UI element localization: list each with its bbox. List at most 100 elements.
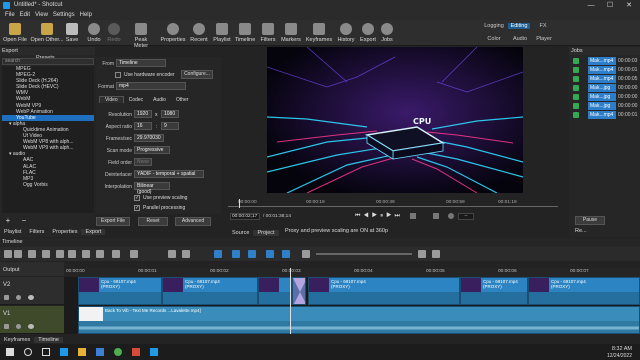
v2-clip[interactable]: Cpu - 69107.mp4 (PROXY)	[308, 277, 460, 305]
job-row[interactable]: Mak...jpg 00:00:00	[569, 102, 640, 110]
eye-icon[interactable]	[28, 324, 34, 329]
aspect-width-input[interactable]: 16	[134, 122, 152, 130]
menu-help[interactable]: Help	[80, 11, 92, 20]
zoom-icon[interactable]	[448, 213, 454, 219]
toolbar-open-file[interactable]: Open File	[3, 21, 27, 43]
remove-preset-button[interactable]: −	[20, 217, 28, 225]
toolbar-redo[interactable]: Redo	[106, 21, 122, 43]
v2-clip[interactable]: Cpu - 69107.mp4 (PROXY)	[460, 277, 528, 305]
tab-export[interactable]: Export	[81, 229, 106, 235]
menu-edit[interactable]: Edit	[20, 11, 30, 20]
snap-icon[interactable]	[214, 250, 222, 258]
v1-clip[interactable]: Back To Vib - Text Me Records ...Lavalet…	[78, 306, 640, 334]
job-row[interactable]: Mak...jpg 00:00:00	[569, 84, 640, 92]
toolbar-jobs[interactable]: Jobs	[379, 21, 395, 43]
toolbar-recent[interactable]: Recent	[189, 21, 209, 43]
transport-controls[interactable]: ⏮◀▶⏸▶⏭	[355, 213, 403, 220]
chrome-icon[interactable]	[114, 348, 122, 356]
timeline-playhead[interactable]	[290, 268, 291, 334]
menu-settings[interactable]: Settings	[53, 11, 75, 20]
job-row[interactable]: Mak...mp4 00:00:03	[569, 57, 640, 65]
toolbar-save[interactable]: Save	[64, 21, 80, 43]
viewer-playhead[interactable]	[239, 199, 240, 208]
ripple-markers-icon[interactable]	[282, 250, 290, 258]
paste-icon[interactable]	[42, 250, 50, 258]
reset-button[interactable]: Reset	[138, 217, 168, 226]
advanced-button[interactable]: Advanced	[175, 217, 211, 226]
zoom-select[interactable]: --	[458, 213, 474, 220]
v2-clip[interactable]	[258, 277, 292, 305]
menu-icon[interactable]	[4, 250, 12, 258]
overwrite-icon[interactable]	[96, 250, 104, 258]
zoom-out-icon[interactable]	[302, 250, 310, 258]
tab-playlist[interactable]: Playlist	[0, 229, 25, 235]
deinterlacer-select[interactable]: YADIF - temporal + spatial	[134, 170, 204, 178]
shotcut-taskbar-icon[interactable]	[150, 348, 158, 356]
lift-icon[interactable]	[82, 250, 90, 258]
marker-icon[interactable]	[130, 250, 138, 258]
presets-search-input[interactable]: search	[2, 58, 94, 65]
zoom-in-icon[interactable]	[418, 250, 426, 258]
add-preset-button[interactable]: +	[4, 217, 12, 225]
app-icon[interactable]	[96, 348, 104, 356]
tab-audio[interactable]: Audio	[148, 97, 171, 103]
next-marker-icon[interactable]	[182, 250, 190, 258]
remove-icon[interactable]	[68, 250, 76, 258]
volume-icon[interactable]	[410, 213, 416, 219]
split-icon[interactable]	[112, 250, 120, 258]
toolbar-export[interactable]: Export	[359, 21, 377, 43]
layout-fx[interactable]: FX	[536, 23, 550, 29]
preview-scaling-checkbox[interactable]: ✓	[134, 195, 140, 201]
toolbar-history[interactable]: History	[336, 21, 356, 43]
app-icon[interactable]	[132, 348, 140, 356]
format-select[interactable]: mp4	[116, 82, 186, 90]
toolbar-keyframes[interactable]: Keyframes	[305, 21, 333, 43]
zoom-slider[interactable]	[316, 253, 412, 255]
v2-clip[interactable]: Cpu - 69107.mp4 (PROXY)	[78, 277, 162, 305]
layout-color[interactable]: Color	[484, 36, 504, 42]
mute-icon[interactable]	[4, 324, 9, 329]
resolution-width-input[interactable]: 1920	[134, 110, 152, 118]
layout-editing[interactable]: Editing	[508, 23, 530, 29]
zoom-fit-icon[interactable]	[432, 250, 440, 258]
field-order-select[interactable]: None	[134, 158, 152, 166]
presets-list[interactable]: MPEG MPEG-2 Slide Deck (H.264) Slide Deck (…	[2, 66, 94, 213]
tab-video[interactable]: Video	[99, 96, 124, 103]
toolbar-filters[interactable]: Filters	[259, 21, 277, 43]
configure-button[interactable]: Configure...	[181, 70, 213, 79]
v2-clip[interactable]: Cpu - 69107.mp4 (PROXY)	[528, 277, 640, 305]
export-file-button[interactable]: Export File	[96, 217, 130, 226]
hw-encoder-checkbox[interactable]	[115, 72, 121, 78]
mute-icon[interactable]	[4, 295, 9, 300]
search-icon[interactable]	[24, 348, 32, 356]
current-time-field[interactable]: 00:00:02;17	[230, 213, 260, 220]
toolbar-markers[interactable]: Markers	[280, 21, 302, 43]
windows-start-icon[interactable]	[6, 348, 14, 356]
from-select[interactable]: Timeline	[116, 59, 166, 67]
aspect-height-input[interactable]: 9	[161, 122, 179, 130]
toolbar-timeline[interactable]: Timeline	[234, 21, 256, 43]
tab-properties[interactable]: Properties	[48, 229, 81, 235]
tab-source[interactable]: Source	[228, 230, 253, 236]
ripple-all-icon[interactable]	[266, 250, 274, 258]
edge-icon[interactable]	[60, 348, 68, 356]
fps-input[interactable]: 29.970030	[134, 134, 164, 142]
job-row[interactable]: Mak...mp4 00:00:01	[569, 111, 640, 119]
toolbar-open-other[interactable]: Open Other...	[30, 21, 64, 43]
tab-keyframes[interactable]: Keyframes	[0, 337, 34, 343]
minimize-button[interactable]: —	[584, 0, 598, 11]
lock-icon[interactable]	[16, 295, 21, 300]
job-row[interactable]: Mak...mp4 00:00:01	[569, 66, 640, 74]
tab-timeline[interactable]: Timeline	[34, 337, 63, 343]
task-view-icon[interactable]	[42, 348, 50, 356]
resolution-height-input[interactable]: 1080	[161, 110, 179, 118]
interpolation-select[interactable]: Bilinear (good)	[134, 182, 170, 195]
tab-other[interactable]: Other	[171, 97, 194, 103]
ripple-icon[interactable]	[248, 250, 256, 258]
job-row[interactable]: Mak...mp4 00:00:05	[569, 75, 640, 83]
viewer-scrubber[interactable]: 00:00:00 00:00:19 00:00:39 00:00:59 00:0…	[228, 199, 558, 208]
layout-audio[interactable]: Audio	[510, 36, 530, 42]
preset-item[interactable]: Ogg Vorbis	[2, 182, 94, 188]
scan-mode-select[interactable]: Progressive	[134, 146, 170, 154]
toolbar-peak-meter[interactable]: Peak Meter	[127, 21, 155, 49]
